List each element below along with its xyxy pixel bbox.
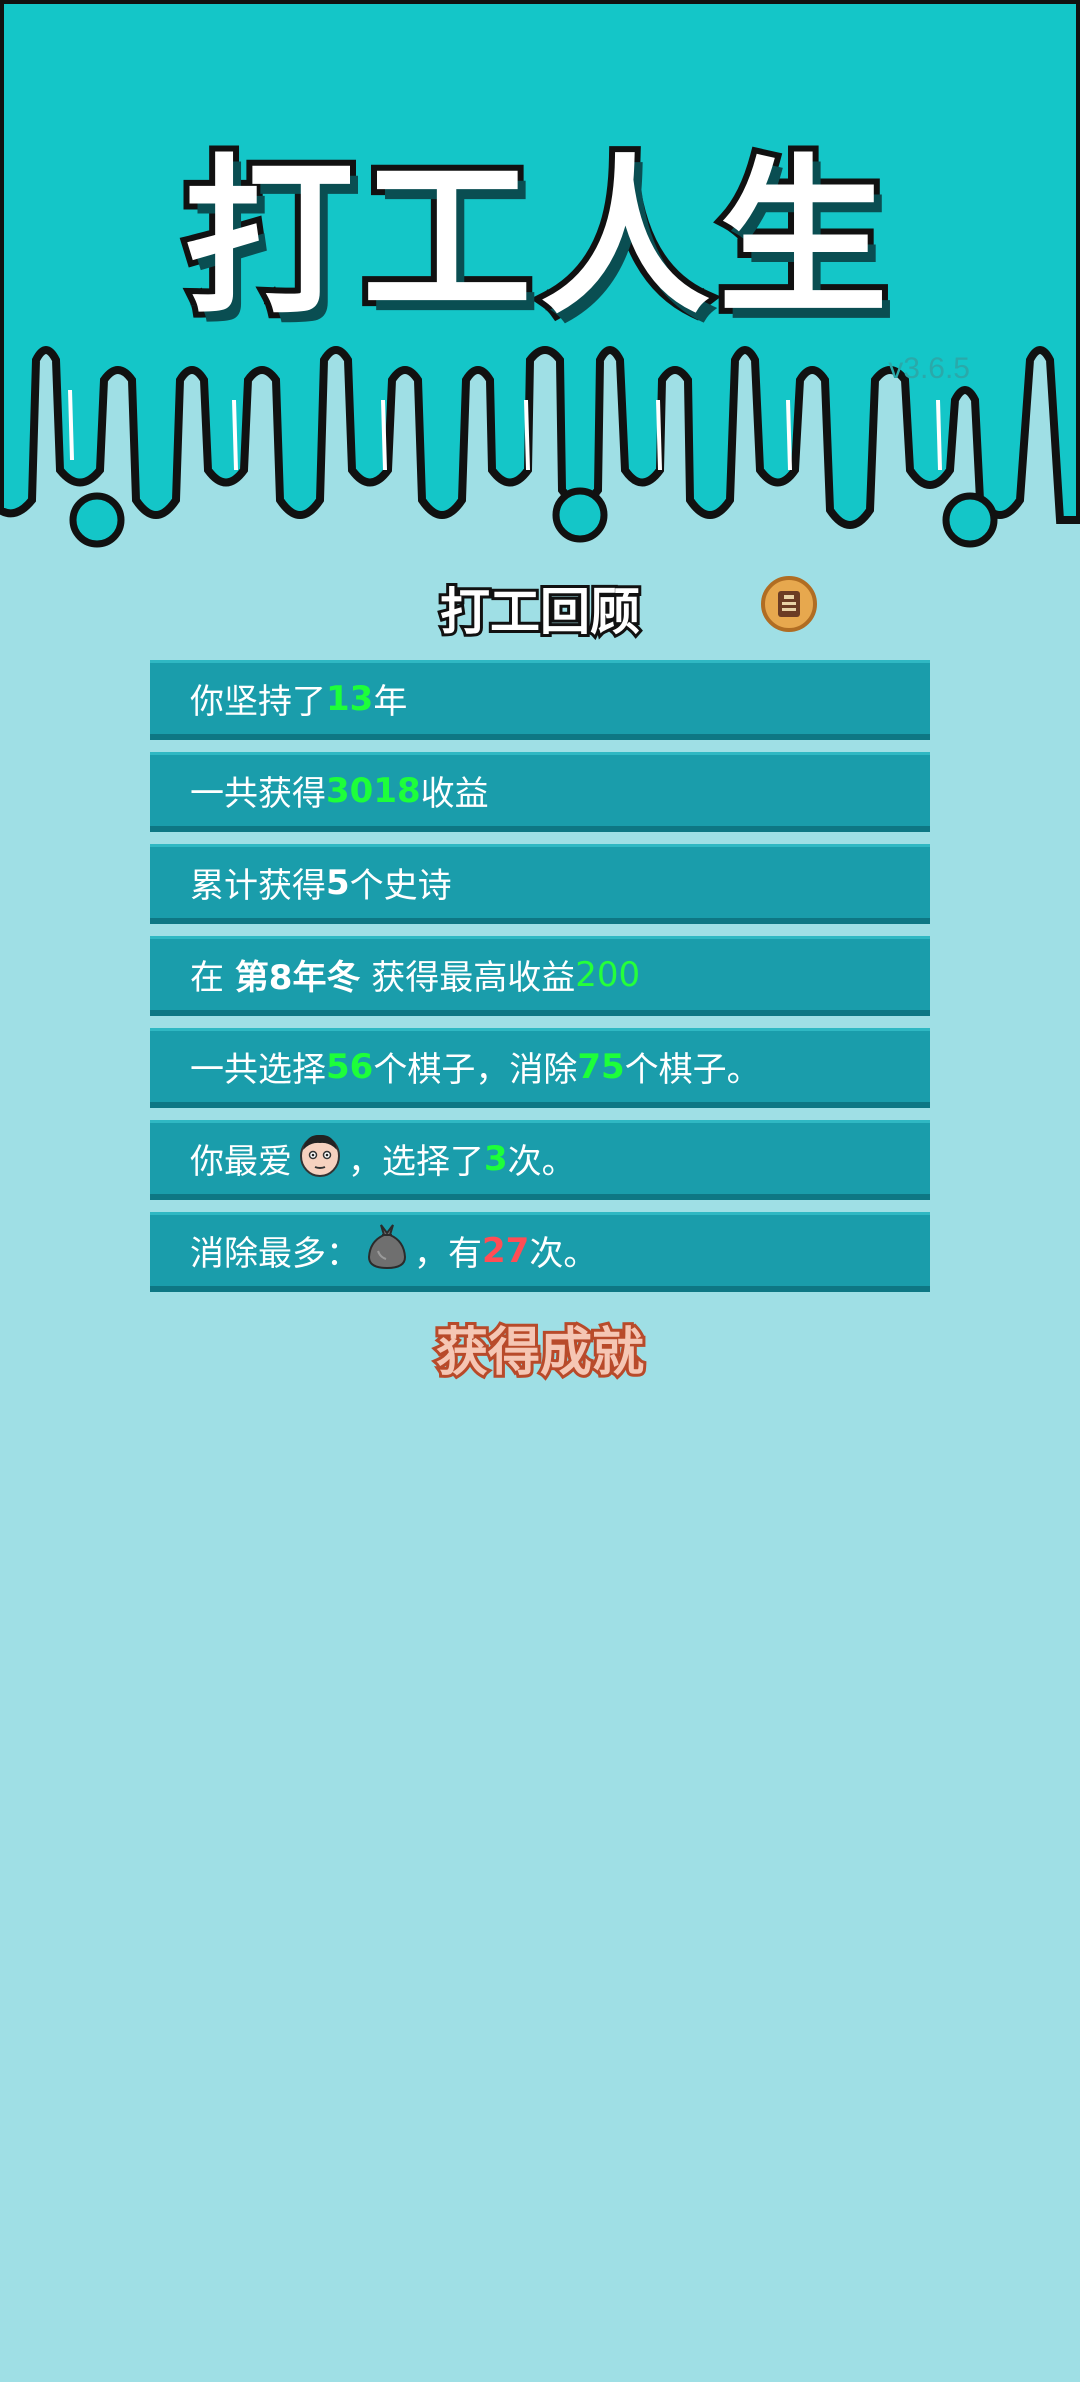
review-title: 打工回顾	[437, 580, 643, 644]
row-text: 消除最多：	[190, 1234, 360, 1274]
favorite-count: 3	[484, 1138, 508, 1179]
selected-count: 56	[326, 1046, 374, 1087]
achievement-button[interactable]: 获得成就	[0, 1310, 1080, 1386]
row-text: 你坚持了	[190, 682, 326, 722]
row-text: 个棋子。	[624, 1050, 761, 1090]
row-text: 个史诗	[349, 866, 452, 906]
review-row-most-eliminated: 消除最多： ，有 27 次。	[150, 1212, 930, 1292]
best-income-value: 200	[575, 954, 641, 995]
header: 打工人生 v3.6.5	[0, 0, 1080, 560]
review-row-epic: 累计获得 5 个史诗	[150, 844, 930, 924]
version-label: v3.6.5	[888, 352, 970, 385]
review-list: 你坚持了 13 年 一共获得 3018 收益 累计获得 5 个史诗 在 第8年冬 获得最高收…	[150, 660, 930, 1304]
row-text: 个棋子，消除	[373, 1050, 578, 1090]
row-text: 次。	[529, 1234, 598, 1274]
row-text: 年	[373, 682, 408, 722]
income-value: 3018	[326, 770, 421, 811]
row-text: 累计获得	[190, 866, 326, 906]
review-row-years: 你坚持了 13 年	[150, 660, 930, 740]
game-title: 打工人生	[178, 134, 896, 344]
row-text: 次。	[507, 1142, 576, 1182]
review-row-best-income: 在 第8年冬 获得最高收益 200	[150, 936, 930, 1016]
row-text: ，有	[414, 1234, 482, 1274]
review-row-favorite: 你最爱 ，选择了 3 次。	[150, 1120, 930, 1200]
review-row-pieces: 一共选择 56 个棋子，消除 75 个棋子。	[150, 1028, 930, 1108]
row-text: 你最爱	[190, 1142, 292, 1182]
best-season: 第8年冬	[234, 958, 361, 998]
epic-count: 5	[326, 862, 350, 903]
worker-face-icon	[296, 1130, 344, 1187]
row-text: 在	[190, 958, 235, 998]
review-row-income: 一共获得 3018 收益	[150, 752, 930, 832]
trash-bag-icon	[364, 1221, 410, 1280]
row-text: 收益	[420, 774, 489, 814]
years-value: 13	[326, 678, 374, 719]
row-text: 获得最高收益	[360, 958, 576, 998]
eliminated-count: 75	[577, 1046, 625, 1087]
row-text: 一共获得	[190, 774, 326, 814]
most-eliminated-count: 27	[482, 1230, 530, 1271]
row-text: 一共选择	[190, 1050, 326, 1090]
row-text: ，选择了	[348, 1142, 484, 1182]
vest-icon[interactable]	[761, 576, 817, 632]
